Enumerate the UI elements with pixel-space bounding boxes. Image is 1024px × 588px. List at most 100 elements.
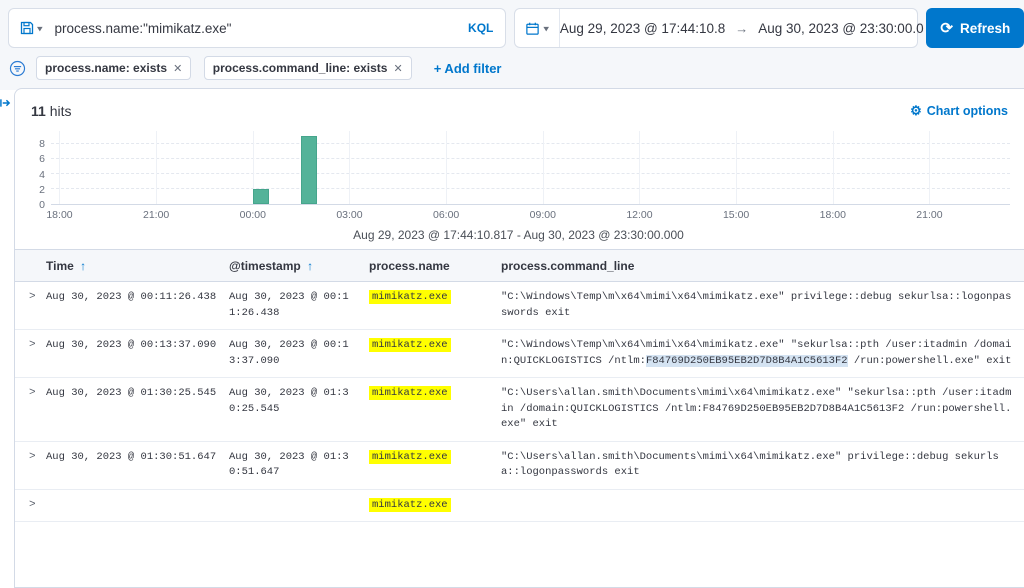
- process-name-cell: mimikatz.exe: [369, 489, 501, 522]
- collapse-sidebar-icon[interactable]: [0, 96, 11, 110]
- process-name-cell: mimikatz.exe: [369, 329, 501, 378]
- arrow-right-icon: →: [735, 20, 749, 36]
- command-line-cell: "C:\Windows\Temp\m\x64\mimi\x64\mimikatz…: [501, 281, 1024, 330]
- filter-icon[interactable]: [9, 60, 26, 77]
- y-tick-label: 4: [39, 168, 45, 181]
- histogram-plot[interactable]: [51, 131, 1010, 205]
- date-range-start[interactable]: Aug 29, 2023 @ 17:44:10.8: [560, 21, 725, 36]
- filter-bar: process.name: exists ✕ process.command_l…: [0, 54, 1024, 90]
- filter-pill-label: process.name: exists: [45, 61, 168, 75]
- date-quick-menu-button[interactable]: ▾: [515, 9, 560, 47]
- process-name-highlight: mimikatz.exe: [369, 386, 451, 400]
- calendar-icon: [526, 22, 540, 35]
- command-line-cell: "C:\Users\allan.smith\Documents\mimi\x64…: [501, 377, 1024, 442]
- expand-row-button[interactable]: >: [15, 329, 46, 378]
- column-header-timestamp[interactable]: @timestamp ↑: [229, 249, 369, 282]
- hits-count-value: 11: [31, 103, 46, 119]
- x-axis: 18:00 21:00 00:00 03:00 06:00 09:00 12:00 15:00…: [46, 205, 1010, 223]
- sort-arrow-icon[interactable]: ↑: [307, 259, 313, 273]
- refresh-button-label: Refresh: [959, 20, 1011, 36]
- histogram-chart: 0 2 4 6 8 18:00 21:00 00:00 03:00 06:00 09:00 12:0…: [27, 131, 1010, 244]
- hits-count-label: hits: [49, 103, 72, 119]
- table-body: > Aug 30, 2023 @ 00:11:26.438 Aug 30, 20…: [15, 281, 1024, 522]
- x-tick-label: 21:00: [143, 209, 170, 221]
- timestamp-cell: Aug 30, 2023 @ 00:11:26.438: [229, 281, 369, 330]
- close-icon[interactable]: ✕: [393, 62, 402, 75]
- sort-arrow-icon[interactable]: ↑: [80, 259, 86, 273]
- expand-row-button[interactable]: >: [15, 441, 46, 490]
- y-axis: 0 2 4 6 8: [27, 131, 51, 211]
- hits-header: 11 hits ⚙ Chart options: [15, 89, 1024, 127]
- y-tick-label: 8: [39, 137, 45, 150]
- date-range-end[interactable]: Aug 30, 2023 @ 23:30:00.0: [758, 21, 923, 36]
- results-table: Time ↑ @timestamp ↑ process.name process…: [15, 249, 1024, 522]
- close-icon[interactable]: ✕: [173, 62, 182, 75]
- saved-query-menu-button[interactable]: ▾: [19, 20, 43, 36]
- expand-row-button[interactable]: >: [15, 377, 46, 442]
- chevron-down-icon: ▾: [37, 23, 43, 34]
- chart-options-button[interactable]: ⚙ Chart options: [910, 103, 1008, 119]
- query-toolbar: ▾ process.name:"mimikatz.exe" KQL ▾ Aug …: [0, 0, 1024, 54]
- chart-subtitle: Aug 29, 2023 @ 17:44:10.817 - Aug 30, 20…: [353, 228, 684, 242]
- x-tick-label: 15:00: [722, 209, 750, 221]
- table-header-row: Time ↑ @timestamp ↑ process.name process…: [15, 249, 1024, 282]
- x-tick-label: 18:00: [819, 209, 846, 221]
- timestamp-cell: Aug 30, 2023 @ 01:30:51.647: [229, 441, 369, 490]
- process-name-cell: mimikatz.exe: [369, 377, 501, 442]
- table-row: > Aug 30, 2023 @ 01:30:51.647 Aug 30, 20…: [15, 441, 1024, 490]
- process-name-highlight: mimikatz.exe: [369, 497, 451, 512]
- x-tick-label: 00:00: [239, 209, 266, 221]
- date-picker[interactable]: ▾ Aug 29, 2023 @ 17:44:10.8 → Aug 30, 20…: [514, 8, 924, 48]
- column-header-process-command-line[interactable]: process.command_line: [501, 249, 1024, 282]
- timestamp-cell: Aug 30, 2023 @ 00:13:37.090: [229, 329, 369, 378]
- date-range: Aug 29, 2023 @ 17:44:10.8 → Aug 30, 2023…: [560, 21, 924, 36]
- process-name-highlight: mimikatz.exe: [369, 290, 451, 304]
- filter-pill[interactable]: process.name: exists ✕: [36, 56, 192, 80]
- y-tick-label: 6: [39, 153, 45, 166]
- chevron-down-icon: ▾: [543, 23, 549, 34]
- x-tick-label: 18:00: [46, 209, 73, 221]
- gear-icon: ⚙: [910, 103, 922, 118]
- expand-row-button[interactable]: >: [15, 281, 46, 330]
- ntlm-hash-highlight: F84769D250EB95EB2D7D8B4A1C5613F2: [645, 354, 848, 367]
- filter-pill[interactable]: process.command_line: exists ✕: [203, 56, 412, 80]
- histogram-bar[interactable]: [252, 188, 269, 204]
- expand-column-header: [15, 249, 46, 282]
- y-tick-label: 0: [39, 199, 45, 211]
- filter-pill-label: process.command_line: exists: [212, 61, 388, 75]
- query-language-button[interactable]: KQL: [468, 21, 493, 35]
- table-row: > Aug 30, 2023 @ 01:30:25.545 Aug 30, 20…: [15, 377, 1024, 442]
- column-header-process-name[interactable]: process.name: [369, 249, 501, 282]
- timestamp-cell: [229, 489, 369, 522]
- command-line-cell: [501, 489, 1024, 522]
- chart-options-label: Chart options: [926, 104, 1008, 118]
- column-header-time[interactable]: Time ↑: [46, 249, 229, 282]
- table-row: > Aug 30, 2023 @ 00:11:26.438 Aug 30, 20…: [15, 281, 1024, 330]
- process-name-highlight: mimikatz.exe: [369, 338, 451, 352]
- x-tick-label: 06:00: [432, 209, 460, 221]
- process-name-cell: mimikatz.exe: [369, 281, 501, 330]
- process-name-highlight: mimikatz.exe: [369, 449, 451, 464]
- expand-row-button[interactable]: >: [15, 489, 46, 522]
- add-filter-button[interactable]: + Add filter: [434, 61, 502, 76]
- table-row: > mimikatz.exe: [15, 489, 1024, 522]
- x-tick-label: 03:00: [336, 209, 363, 221]
- filter-pills: process.name: exists ✕ process.command_l…: [36, 56, 420, 80]
- query-input[interactable]: process.name:"mimikatz.exe": [55, 21, 469, 36]
- time-cell: Aug 30, 2023 @ 00:13:37.090: [46, 329, 229, 378]
- x-tick-label: 12:00: [626, 209, 653, 221]
- x-tick-label: 09:00: [529, 209, 556, 221]
- y-tick-label: 2: [39, 183, 45, 196]
- command-line-cell: "C:\Users\allan.smith\Documents\mimi\x64…: [501, 441, 1024, 490]
- histogram-bar[interactable]: [301, 136, 318, 204]
- query-bar[interactable]: ▾ process.name:"mimikatz.exe" KQL: [8, 8, 507, 48]
- time-cell: Aug 30, 2023 @ 01:30:25.545: [46, 377, 229, 442]
- table-row: > Aug 30, 2023 @ 00:13:37.090 Aug 30, 20…: [15, 329, 1024, 378]
- hits-count: 11 hits: [31, 103, 72, 119]
- refresh-button[interactable]: ⟳ Refresh: [926, 8, 1024, 48]
- time-cell: Aug 30, 2023 @ 00:11:26.438: [46, 281, 229, 330]
- time-cell: Aug 30, 2023 @ 01:30:51.647: [46, 441, 229, 490]
- x-tick-label: 21:00: [916, 209, 943, 221]
- results-panel: 11 hits ⚙ Chart options 0 2 4 6 8 18:00 21:00…: [14, 88, 1024, 588]
- timestamp-cell: Aug 30, 2023 @ 01:30:25.545: [229, 377, 369, 442]
